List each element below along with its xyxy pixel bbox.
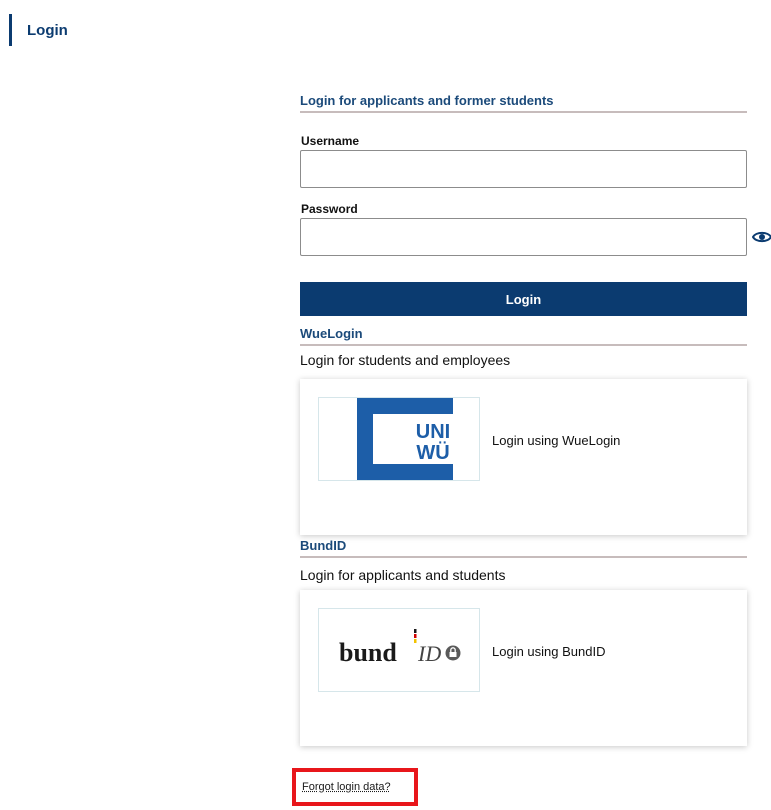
- applicant-login-section-title: Login for applicants and former students: [300, 93, 747, 113]
- bundid-section-title: BundID: [300, 538, 747, 558]
- bundid-logo: bund ID: [318, 608, 480, 692]
- password-label: Password: [301, 202, 358, 216]
- bundid-description: Login for applicants and students: [300, 567, 506, 583]
- password-input[interactable]: [300, 218, 747, 256]
- bundid-card-label: Login using BundID: [492, 644, 606, 659]
- logo-bund-text: bund: [339, 638, 397, 667]
- wuelogin-card-label: Login using WueLogin: [492, 433, 621, 448]
- logo-id-text: ID: [417, 641, 441, 666]
- wuelogin-section-title: WueLogin: [300, 326, 747, 346]
- wuelogin-description: Login for students and employees: [300, 352, 511, 368]
- page-header: Login: [9, 14, 68, 46]
- logo-wue-text: WÜ: [416, 441, 449, 464]
- login-button[interactable]: Login: [300, 282, 747, 316]
- logo-uni-text: UNI: [416, 421, 450, 443]
- wuelogin-card[interactable]: UNI WÜ Login using WueLogin: [300, 379, 747, 535]
- wuelogin-logo: UNI WÜ: [318, 397, 480, 481]
- page-title: Login: [27, 21, 68, 39]
- uni-wue-logo-icon: UNI WÜ: [357, 398, 453, 480]
- forgot-login-data-link[interactable]: Forgot login data?: [302, 781, 391, 793]
- bundid-logo-icon: bund ID: [339, 629, 461, 667]
- show-password-eye-icon[interactable]: [752, 229, 771, 245]
- username-label: Username: [301, 134, 360, 148]
- username-input[interactable]: [300, 150, 747, 188]
- header-accent-bar: [9, 14, 12, 46]
- bundid-card[interactable]: bund ID Login using BundID: [300, 590, 747, 746]
